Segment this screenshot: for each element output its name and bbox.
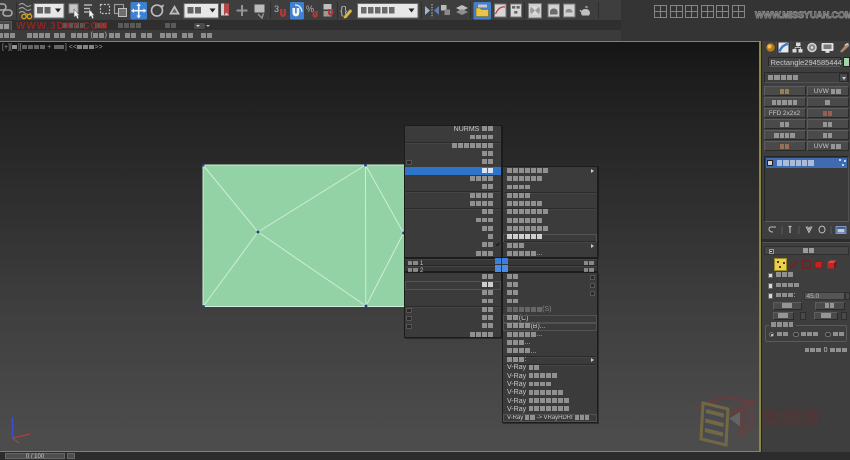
svg-text:3: 3 — [274, 4, 279, 14]
